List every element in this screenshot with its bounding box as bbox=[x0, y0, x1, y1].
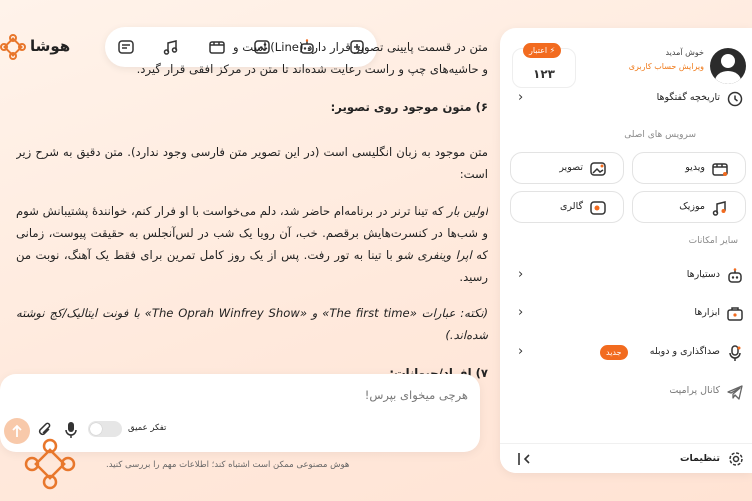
tile-video[interactable]: ویدیو bbox=[632, 152, 746, 184]
sidebar-item-label: تاریخچه گفتگوها bbox=[656, 92, 720, 103]
collapse-sidebar-icon[interactable] bbox=[516, 451, 534, 467]
sidebar-item-tools[interactable]: ابزارها ‹ bbox=[500, 299, 752, 329]
credit-value: ۱۲۳ bbox=[533, 67, 555, 81]
sidebar-item-label: کانال پرامپت bbox=[669, 385, 720, 396]
credit-badge: ⚡ اعتبار bbox=[523, 43, 562, 58]
message-paragraph: متن موجود به زبان انگلیسی است (در این تص… bbox=[16, 145, 488, 181]
sidebar-item-label: دستیارها bbox=[686, 269, 720, 280]
avatar[interactable] bbox=[710, 48, 746, 84]
tile-gallery[interactable]: گالری bbox=[510, 191, 624, 223]
sidebar: خوش آمدید ویرایش حساب کاربری ⚡ اعتبار ۱۲… bbox=[500, 28, 752, 473]
note-paragraph: (نکته: عبارات «The first time» و «The Op… bbox=[16, 306, 488, 342]
quote-italic: اولین بار bbox=[447, 204, 488, 218]
new-badge: جدید bbox=[600, 345, 628, 360]
section-title-main: سرویس های اصلی bbox=[624, 130, 696, 140]
sidebar-item-dubbing[interactable]: صداگذاری و دوبله جدید ‹ bbox=[500, 338, 752, 368]
chat-message: متن در قسمت پایینی تصویر قرار دارد (Line… bbox=[16, 36, 488, 381]
tile-image[interactable]: تصویر bbox=[510, 152, 624, 184]
sidebar-item-history[interactable]: تاریخچه گفتگوها ‹ bbox=[500, 84, 752, 114]
gallery-icon bbox=[590, 201, 606, 215]
sidebar-item-prompt-channel[interactable]: کانال پرامپت bbox=[500, 377, 752, 407]
chevron-left-icon: ‹ bbox=[518, 305, 524, 320]
settings-row[interactable]: تنظیمات bbox=[500, 443, 752, 473]
image-icon bbox=[590, 162, 606, 176]
toolbox-icon bbox=[727, 307, 743, 321]
deep-think-label: تفکر عمیق bbox=[128, 423, 167, 433]
tile-label: ویدیو bbox=[685, 162, 705, 173]
greeting-text: خوش آمدید bbox=[665, 48, 704, 57]
quote-italic: اپرا وینفری شو bbox=[397, 248, 472, 262]
sidebar-item-assistants[interactable]: دستیارها ‹ bbox=[500, 261, 752, 291]
tile-label: گالری bbox=[560, 201, 583, 212]
sidebar-item-label: صداگذاری و دوبله bbox=[649, 346, 720, 357]
section-title-other: سایر امکانات bbox=[688, 236, 738, 246]
music-icon bbox=[712, 201, 726, 216]
gear-icon bbox=[729, 452, 743, 466]
decorative-ornament-icon bbox=[24, 438, 76, 490]
prompt-input[interactable] bbox=[28, 384, 468, 406]
message-line: و حاشیه‌های چپ و راست رعایت شده‌اند تا م… bbox=[136, 62, 488, 76]
section-heading: ۶) متون موجود روی تصویر: bbox=[330, 100, 488, 114]
tile-label: تصویر bbox=[559, 162, 583, 173]
chevron-left-icon: ‹ bbox=[518, 344, 524, 359]
robot-icon bbox=[728, 268, 742, 283]
credit-card[interactable]: ⚡ اعتبار ۱۲۳ bbox=[512, 43, 576, 88]
sidebar-item-label: ابزارها bbox=[694, 307, 720, 318]
disclaimer-text: هوش مصنوعی ممکن است اشتباه کند؛ اطلاعات … bbox=[106, 460, 350, 470]
deep-think-toggle[interactable] bbox=[88, 421, 122, 437]
quote-paragraph: اولین بار که تینا ترنر در برنامه‌ام حاضر… bbox=[16, 200, 488, 288]
history-icon bbox=[727, 91, 743, 107]
chevron-left-icon: ‹ bbox=[518, 267, 524, 282]
video-icon bbox=[712, 163, 728, 176]
edit-profile-link[interactable]: ویرایش حساب کاربری bbox=[629, 62, 704, 71]
message-line: متن در قسمت پایینی تصویر قرار دارد (Line… bbox=[232, 40, 488, 54]
tile-label: موزیک bbox=[679, 201, 705, 212]
telegram-icon bbox=[727, 385, 743, 400]
chevron-left-icon: ‹ bbox=[518, 90, 524, 105]
microphone-icon bbox=[729, 345, 741, 361]
tile-music[interactable]: موزیک bbox=[632, 191, 746, 223]
settings-label: تنظیمات bbox=[679, 453, 720, 464]
